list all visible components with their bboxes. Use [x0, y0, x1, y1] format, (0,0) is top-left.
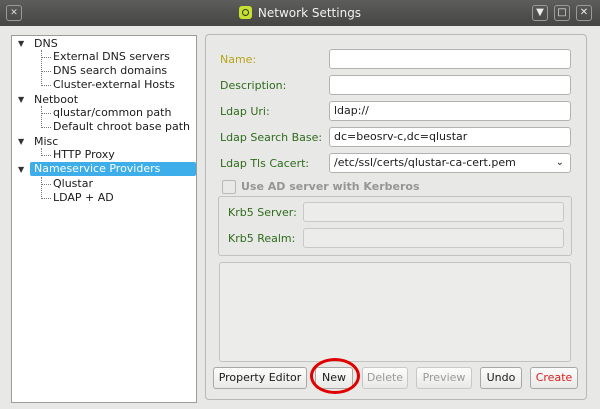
ldap-search-base-field[interactable]: dc=beosrv-c,dc=qlustar — [329, 127, 571, 147]
details-text-area[interactable] — [219, 262, 571, 362]
tree-item-qlustar[interactable]: Qlustar — [53, 177, 93, 191]
description-field[interactable] — [329, 75, 571, 95]
description-label: Description: — [220, 79, 287, 92]
tree-branch-line — [41, 85, 51, 86]
tree-item-dns-search-domains[interactable]: DNS search domains — [53, 64, 167, 78]
maximize-button[interactable]: □ — [554, 5, 570, 21]
app-logo-icon — [238, 6, 252, 19]
krb5-realm-label: Krb5 Realm: — [228, 232, 296, 245]
use-ad-checkbox[interactable] — [222, 180, 236, 194]
tree-item-qlustar-common-path[interactable]: qlustar/common path — [53, 106, 171, 120]
undo-button[interactable]: Undo — [480, 367, 522, 389]
tree-branch-line — [41, 184, 51, 185]
tree-node-nameservice-providers[interactable]: Nameservice Providers — [30, 162, 196, 176]
expand-arrow-icon[interactable]: ▼ — [18, 137, 24, 146]
close-button[interactable]: ✕ — [576, 5, 592, 21]
tree-branch-line — [41, 127, 51, 128]
chevron-down-icon: ⌄ — [555, 157, 564, 168]
use-ad-label: Use AD server with Kerberos — [241, 180, 420, 193]
tree-node-misc[interactable]: Misc — [34, 135, 58, 149]
new-button[interactable]: New — [315, 367, 353, 389]
krb5-server-label: Krb5 Server: — [228, 206, 297, 219]
tree-branch-line — [41, 155, 51, 156]
tree-item-default-chroot-base-path[interactable]: Default chroot base path — [53, 120, 190, 134]
settings-tree[interactable]: ▼ DNS External DNS servers DNS search do… — [11, 35, 197, 403]
create-button[interactable]: Create — [530, 367, 578, 389]
tree-item-http-proxy[interactable]: HTTP Proxy — [53, 148, 115, 162]
krb5-server-field[interactable] — [303, 202, 564, 222]
tree-branch-line — [41, 57, 51, 58]
ldap-tls-cacert-select[interactable]: /etc/ssl/certs/qlustar-ca-cert.pem ⌄ — [329, 153, 571, 173]
tree-branch-line — [41, 106, 42, 128]
window-title: Network Settings — [0, 6, 600, 20]
tree-item-external-dns-servers[interactable]: External DNS servers — [53, 50, 170, 64]
property-editor-button[interactable]: Property Editor — [213, 367, 307, 389]
tree-node-dns[interactable]: DNS — [34, 37, 58, 51]
tree-item-cluster-external-hosts[interactable]: Cluster-external Hosts — [53, 78, 175, 92]
tree-branch-line — [41, 177, 42, 199]
title-bar: ✕ Network Settings ▼ □ ✕ — [0, 0, 600, 26]
krb5-realm-field[interactable] — [303, 228, 564, 248]
ldap-uri-label: Ldap Uri: — [220, 105, 270, 118]
name-label: Name: — [220, 53, 257, 66]
tree-branch-line — [41, 71, 51, 72]
name-field[interactable] — [329, 49, 571, 69]
ldap-tls-cacert-value: /etc/ssl/certs/qlustar-ca-cert.pem — [334, 156, 516, 169]
tree-node-netboot[interactable]: Netboot — [34, 93, 78, 107]
ldap-tls-cacert-label: Ldap Tls Cacert: — [220, 157, 310, 170]
tree-item-ldap-ad[interactable]: LDAP + AD — [53, 191, 114, 205]
tree-branch-line — [41, 50, 42, 86]
expand-arrow-icon[interactable]: ▼ — [18, 165, 24, 174]
ldap-search-base-label: Ldap Search Base: — [220, 131, 323, 144]
minimize-button[interactable]: ▼ — [532, 5, 548, 21]
window-title-text: Network Settings — [257, 6, 362, 20]
tree-branch-line — [41, 198, 51, 199]
preview-button[interactable]: Preview — [416, 367, 472, 389]
expand-arrow-icon[interactable]: ▼ — [18, 39, 24, 48]
ldap-uri-field[interactable]: ldap:// — [329, 101, 571, 121]
delete-button[interactable]: Delete — [362, 367, 408, 389]
tree-branch-line — [41, 113, 51, 114]
expand-arrow-icon[interactable]: ▼ — [18, 95, 24, 104]
